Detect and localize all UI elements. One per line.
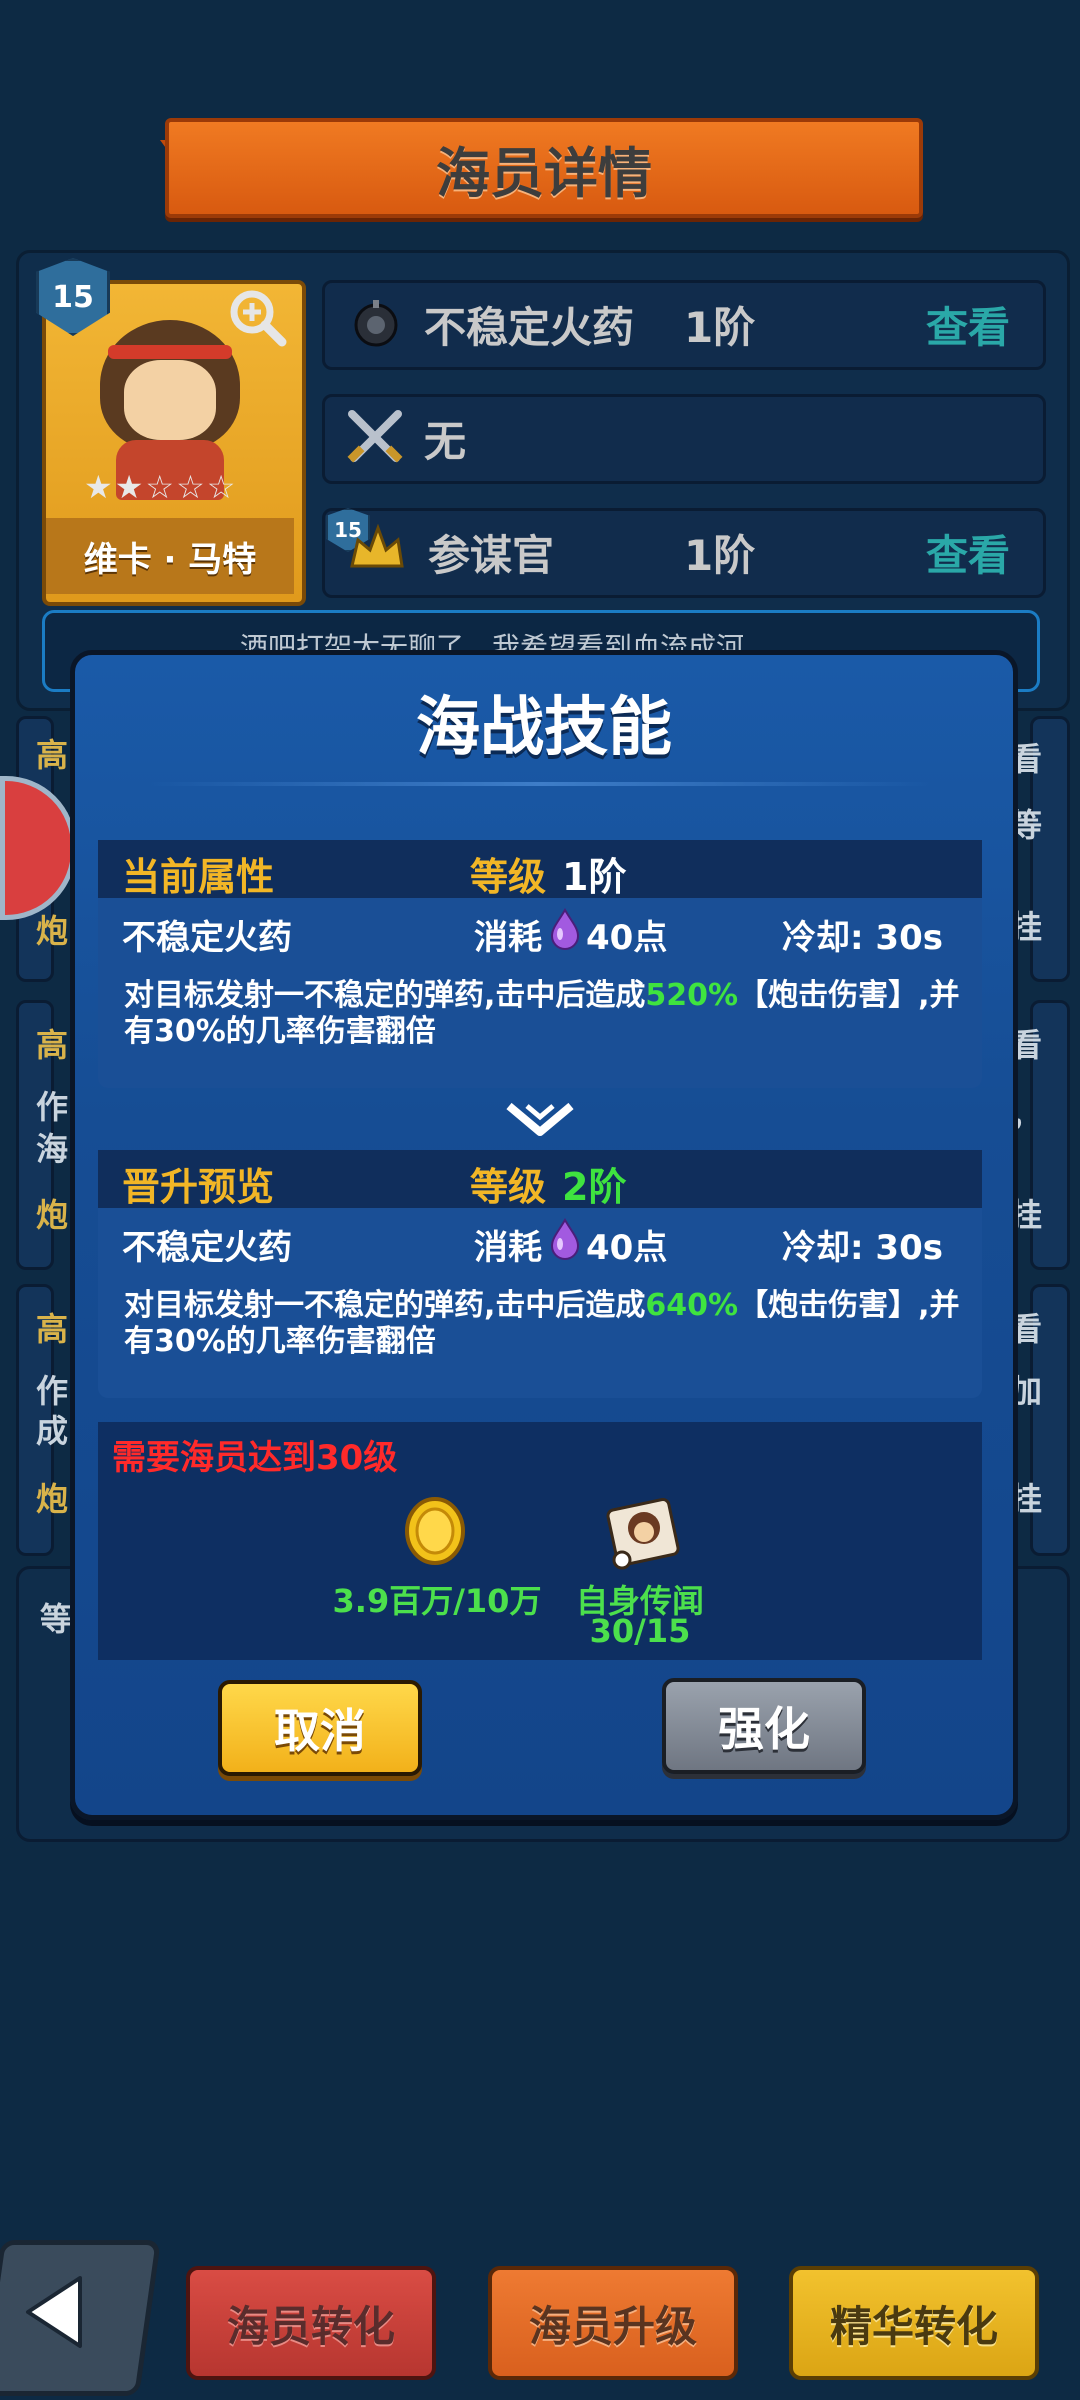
current-cost-value: 40点: [586, 918, 668, 958]
upgrade-preview-title: 晋升预览: [122, 1165, 275, 1209]
current-skill-description: 对目标发射一不稳定的弹药,击中后造成520%【炮击伤害】,并有30%的几率伤害翻…: [124, 978, 984, 1050]
side-label: 海: [36, 1130, 69, 1168]
crew-avatar-headband: [108, 345, 232, 359]
crew-upgrade-button[interactable]: 海员升级: [488, 2266, 738, 2380]
title-divider: [150, 782, 930, 786]
desc-text: 对目标发射一不稳定的弹药,击中后造成: [124, 978, 646, 1013]
upgrade-button[interactable]: 强化: [662, 1678, 866, 1774]
damage-percent: 640%: [645, 1288, 739, 1323]
side-label: 高: [36, 736, 69, 774]
chevron-down-icon: [506, 1102, 574, 1136]
crossed-swords-icon: [347, 410, 403, 463]
crew-convert-button[interactable]: 海员转化: [186, 2266, 436, 2380]
energy-drop-icon: [550, 1218, 580, 1260]
zoom-in-icon[interactable]: [226, 286, 288, 348]
preview-skill-name: 不稳定火药: [122, 1228, 292, 1268]
cancel-button[interactable]: 取消: [218, 1680, 422, 1776]
current-level-label: 等级: [470, 855, 547, 899]
preview-cost-label: 消耗: [474, 1228, 542, 1268]
desc-text: 对目标发射一不稳定的弹药,击中后造成: [124, 1288, 646, 1323]
view-advisor-link[interactable]: 查看: [926, 522, 1010, 583]
side-label: 炮: [36, 1196, 69, 1234]
crew-name: 维卡 · 马特: [83, 539, 257, 580]
damage-percent: 520%: [645, 978, 739, 1013]
page-title: 海员详情: [436, 141, 652, 205]
advisor-icon: [350, 523, 404, 568]
essence-convert-button[interactable]: 精华转化: [789, 2266, 1039, 2380]
current-attributes-title: 当前属性: [122, 855, 275, 899]
side-label: 炮: [36, 1480, 69, 1518]
current-cooldown: 冷却: 30s: [782, 918, 943, 958]
current-cost-label: 消耗: [474, 918, 542, 958]
coin-requirement: 3.9百万/10万: [332, 1582, 542, 1620]
current-skill-name: 不稳定火药: [122, 918, 292, 958]
skill-tier: 1阶: [684, 303, 756, 352]
side-label: 作: [36, 1088, 69, 1126]
preview-skill-description: 对目标发射一不稳定的弹药,击中后造成640%【炮击伤害】,并有30%的几率伤害翻…: [124, 1288, 984, 1360]
back-arrow-icon[interactable]: [20, 2272, 90, 2352]
advisor-tier: 1阶: [684, 531, 756, 580]
equipment-value: 无: [424, 417, 467, 466]
side-label: 等: [40, 1600, 73, 1638]
crew-star-rating: ★★☆☆☆: [84, 468, 238, 506]
preview-cooldown: 冷却: 30s: [782, 1228, 943, 1268]
rumor-item-count: 30/15: [589, 1612, 691, 1650]
energy-drop-icon: [550, 908, 580, 950]
gold-coin-icon: [405, 1497, 465, 1565]
skill-name: 不稳定火药: [424, 303, 635, 352]
side-label: 成: [36, 1412, 69, 1450]
preview-level-label: 等级: [470, 1165, 547, 1209]
preview-cost-value: 40点: [586, 1228, 668, 1268]
side-label: 炮: [36, 912, 69, 950]
dialog-title: 海战技能: [416, 691, 672, 765]
rumor-scroll-icon: [606, 1497, 680, 1570]
crew-avatar-face: [124, 360, 216, 440]
view-skill-link[interactable]: 查看: [926, 294, 1010, 355]
requirement-title: 需要海员达到30级: [112, 1438, 398, 1478]
bomb-icon: [354, 300, 398, 347]
advisor-name: 参谋官: [428, 531, 555, 580]
side-label: 高: [36, 1310, 69, 1348]
preview-level-value: 2阶: [562, 1165, 627, 1209]
side-label: 高: [36, 1026, 69, 1064]
current-level-value: 1阶: [562, 855, 627, 899]
